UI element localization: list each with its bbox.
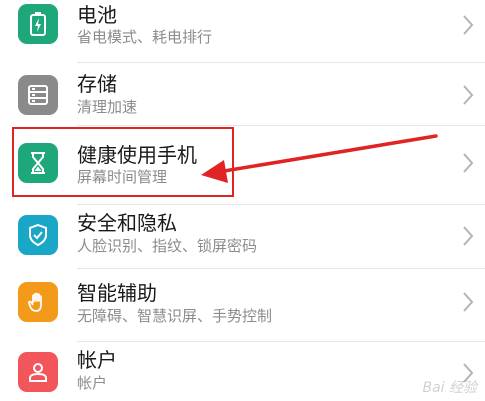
battery-icon bbox=[18, 4, 58, 44]
settings-item-smart-assistance[interactable]: 智能辅助 无障碍、智慧识屏、手势控制 bbox=[0, 269, 485, 341]
settings-item-storage[interactable]: 存储 清理加速 bbox=[0, 63, 485, 125]
item-subtitle: 清理加速 bbox=[77, 98, 138, 116]
item-subtitle: 帐户 bbox=[77, 374, 108, 392]
item-title: 存储 bbox=[77, 72, 117, 96]
watermark-text: Bai 经验 bbox=[422, 380, 477, 396]
item-title: 智能辅助 bbox=[77, 281, 157, 305]
storage-icon bbox=[18, 75, 58, 115]
item-title: 安全和隐私 bbox=[77, 211, 177, 235]
account-icon bbox=[18, 352, 58, 392]
item-title: 帐户 bbox=[77, 348, 117, 372]
chevron-right-icon bbox=[463, 85, 474, 105]
chevron-right-icon bbox=[463, 153, 474, 173]
chevron-right-icon bbox=[463, 15, 474, 35]
settings-item-accounts[interactable]: 帐户 帐户 bbox=[0, 342, 485, 401]
chevron-right-icon bbox=[463, 226, 474, 246]
annotation-highlight-box bbox=[12, 127, 234, 197]
settings-item-battery[interactable]: 电池 省电模式、耗电排行 bbox=[0, 0, 485, 62]
item-subtitle: 人脸识别、指纹、锁屏密码 bbox=[77, 237, 258, 255]
shield-icon bbox=[18, 215, 58, 255]
item-subtitle: 省电模式、耗电排行 bbox=[77, 28, 213, 46]
item-title: 电池 bbox=[77, 3, 117, 27]
hand-icon bbox=[18, 282, 58, 322]
chevron-right-icon bbox=[463, 292, 474, 312]
item-subtitle: 无障碍、智慧识屏、手势控制 bbox=[77, 307, 273, 325]
settings-item-security-privacy[interactable]: 安全和隐私 人脸识别、指纹、锁屏密码 bbox=[0, 205, 485, 267]
